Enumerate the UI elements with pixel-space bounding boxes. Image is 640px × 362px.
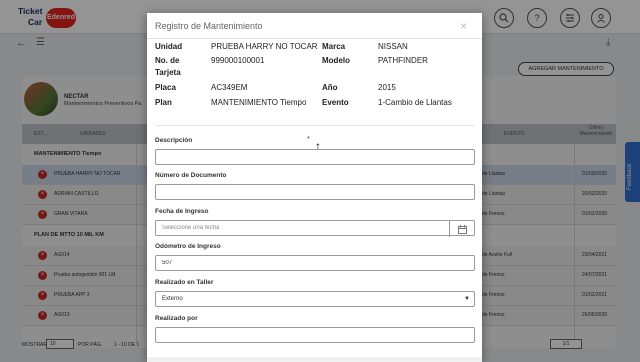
required-mark: * bbox=[307, 136, 310, 143]
placa-value: AC349EM bbox=[211, 83, 248, 92]
evento-value: 1-Cambio de Llantas bbox=[378, 98, 452, 107]
tarjeta-label-line1: No. de bbox=[155, 56, 180, 65]
marca-value: NISSAN bbox=[378, 42, 408, 51]
dialog-footer-strip bbox=[147, 357, 482, 362]
maintenance-register-dialog: Registro de Mantenimiento × Unidad PRUEB… bbox=[147, 13, 482, 362]
documento-input[interactable] bbox=[155, 184, 475, 200]
unidad-value: PRUEBA HARRY NO TOCAR bbox=[211, 42, 318, 51]
odometro-label: Odómetro de Ingreso bbox=[155, 243, 221, 250]
tarjeta-label-line2: Tarjeta bbox=[155, 68, 181, 77]
modelo-value: PATHFINDER bbox=[378, 56, 428, 65]
tarjeta-value: 999000100001 bbox=[211, 56, 265, 65]
evento-label: Evento bbox=[322, 98, 349, 107]
descripcion-label: Descripción bbox=[155, 137, 193, 144]
realizado-label: Realizado por bbox=[155, 315, 198, 322]
placa-label: Placa bbox=[155, 83, 176, 92]
unidad-label: Unidad bbox=[155, 42, 183, 51]
fecha-label: Fecha de Ingreso bbox=[155, 208, 209, 215]
odometro-input[interactable] bbox=[155, 255, 475, 271]
anio-label: Año bbox=[322, 83, 338, 92]
taller-selected-value: Externo bbox=[162, 296, 183, 302]
dialog-divider bbox=[147, 38, 482, 39]
caret-down-icon: ▼ bbox=[464, 296, 470, 302]
modelo-label: Modelo bbox=[322, 56, 350, 65]
documento-label: Número de Documento bbox=[155, 172, 227, 179]
info-divider bbox=[155, 125, 474, 126]
dialog-title: Registro de Mantenimiento bbox=[155, 21, 263, 31]
realizado-input[interactable] bbox=[155, 327, 475, 343]
marca-label: Marca bbox=[322, 42, 346, 51]
descripcion-input[interactable] bbox=[155, 149, 475, 165]
anio-value: 2015 bbox=[378, 83, 396, 92]
plan-value: MANTENIMIENTO Tiempo bbox=[211, 98, 307, 107]
taller-select[interactable]: Externo ▼ bbox=[155, 291, 475, 307]
close-icon[interactable]: × bbox=[460, 19, 467, 33]
fecha-input[interactable] bbox=[155, 220, 475, 236]
taller-label: Realizado en Taller bbox=[155, 279, 214, 286]
plan-label: Plan bbox=[155, 98, 172, 107]
calendar-icon[interactable] bbox=[449, 221, 475, 237]
